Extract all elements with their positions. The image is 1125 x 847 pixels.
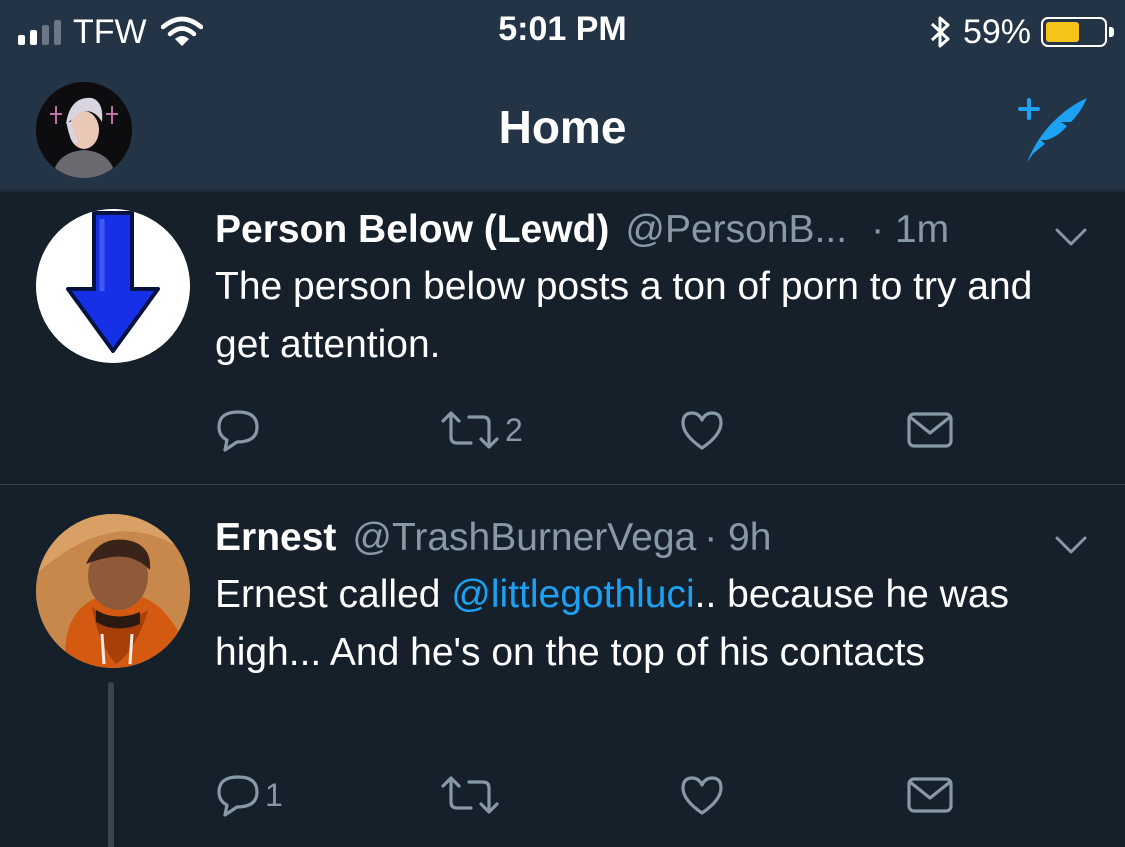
tweet-timestamp: · 1m <box>871 208 950 251</box>
envelope-icon <box>907 412 953 448</box>
reply-count: 1 <box>265 776 283 813</box>
tweet-author-name[interactable]: Ernest <box>215 516 336 560</box>
envelope-icon <box>907 777 953 813</box>
direct-message-button[interactable] <box>905 770 955 820</box>
retweet-button[interactable]: 2 <box>439 405 523 455</box>
avatar-image <box>36 514 190 668</box>
tweet-author-handle[interactable]: @PersonB... <box>625 208 847 252</box>
heart-icon <box>681 776 723 815</box>
chevron-down-icon[interactable] <box>1051 530 1091 560</box>
timeline: Person Below (Lewd) @PersonB... · 1m The… <box>0 192 1125 847</box>
bluetooth-icon <box>930 16 950 48</box>
retweet-icon <box>441 411 499 449</box>
status-right: 59% <box>929 12 1114 52</box>
tweet-text-before: Ernest called <box>215 573 452 616</box>
battery-percent: 59% <box>962 12 1031 51</box>
heart-icon <box>681 411 723 450</box>
tweet-author-handle[interactable]: @TrashBurnerVega <box>352 516 696 560</box>
reply-button[interactable] <box>215 405 265 455</box>
battery-level <box>1046 22 1080 42</box>
like-button[interactable] <box>679 405 729 455</box>
like-button[interactable] <box>679 770 729 820</box>
tweet-author-avatar[interactable] <box>36 514 190 668</box>
tweet-header: Person Below (Lewd) @PersonB... · 1m <box>215 208 1075 252</box>
direct-message-button[interactable] <box>905 405 955 455</box>
battery-icon <box>1041 17 1114 47</box>
tweet-author-avatar[interactable] <box>36 209 190 363</box>
tweet-author-name[interactable]: Person Below (Lewd) <box>215 208 609 252</box>
chevron-down-icon[interactable] <box>1051 222 1091 252</box>
retweet-button[interactable] <box>439 770 505 820</box>
retweet-icon <box>441 776 499 814</box>
reply-icon <box>217 410 259 452</box>
compose-tweet-icon[interactable] <box>1017 92 1091 166</box>
navigation-bar: Home <box>0 62 1125 192</box>
tweet-actions: 2 <box>215 405 975 455</box>
tweet-timestamp: · 9h <box>704 516 772 559</box>
status-bar: TFW 5:01 PM 59% <box>0 0 1125 62</box>
tweet-text: The person below posts a ton of porn to … <box>215 265 1033 366</box>
retweet-count: 2 <box>505 411 523 448</box>
tweet-header: Ernest @TrashBurnerVega · 9h <box>215 516 1075 560</box>
page-title: Home <box>498 101 627 153</box>
tweet[interactable]: Person Below (Lewd) @PersonB... · 1m The… <box>0 192 1125 485</box>
tweet[interactable]: Ernest @TrashBurnerVega · 9h Ernest call… <box>0 486 1125 847</box>
reply-icon <box>217 775 259 817</box>
thread-line <box>108 682 114 847</box>
mention-link[interactable]: @littlegothluci <box>451 573 694 616</box>
tweet-text: Ernest called @littlegothluci.. because … <box>215 566 1085 682</box>
down-arrow-icon <box>36 209 190 363</box>
tweet-actions: 1 <box>215 770 975 820</box>
reply-button[interactable]: 1 <box>215 770 283 820</box>
